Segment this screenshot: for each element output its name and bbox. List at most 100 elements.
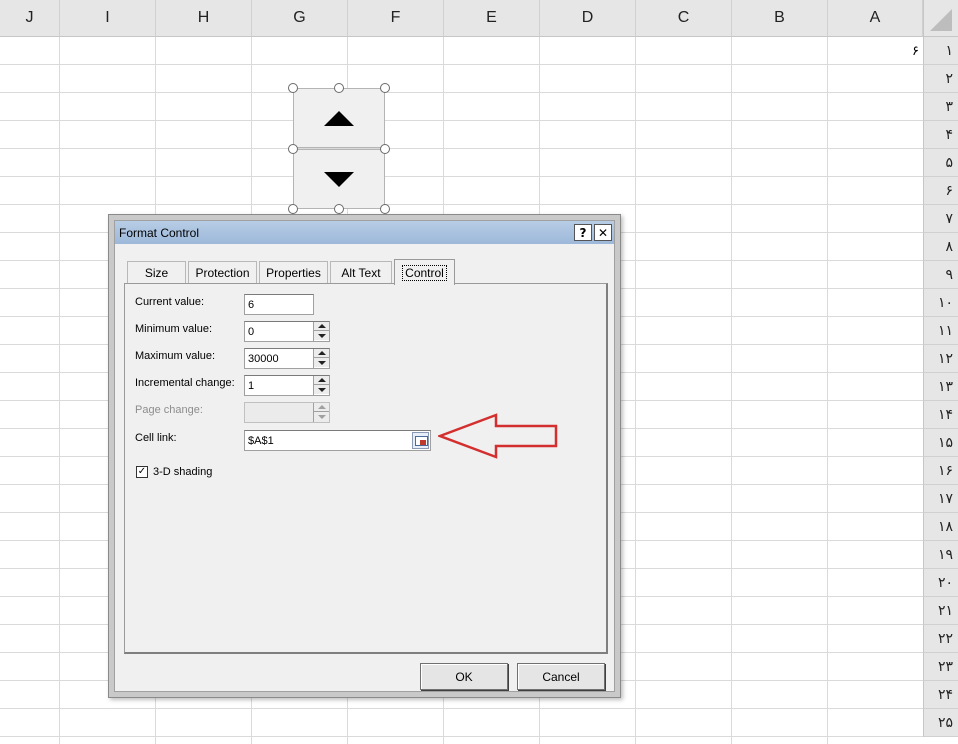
- row-header-19[interactable]: ١٩: [923, 541, 958, 569]
- column-header-a[interactable]: A: [828, 0, 923, 37]
- control-tab-panel: Current value: 6 Minimum value: 0 Maximu…: [124, 283, 608, 654]
- grid-line: [0, 176, 923, 177]
- row-header-6[interactable]: ۶: [923, 177, 958, 205]
- current-value-label: Current value:: [135, 296, 205, 308]
- column-header-f[interactable]: F: [348, 0, 444, 37]
- tab-size[interactable]: Size: [127, 261, 186, 284]
- incremental-change-down[interactable]: [314, 385, 329, 394]
- close-button[interactable]: ✕: [594, 224, 612, 241]
- tab-alt-text[interactable]: Alt Text: [330, 261, 392, 284]
- row-header-4[interactable]: ۴: [923, 121, 958, 149]
- row-header-17[interactable]: ١٧: [923, 485, 958, 513]
- page-change-down: [314, 412, 329, 421]
- column-header-e[interactable]: E: [444, 0, 540, 37]
- incremental-change-label: Incremental change:: [135, 377, 235, 389]
- tab-properties[interactable]: Properties: [259, 261, 328, 284]
- resize-handle-top-right[interactable]: [380, 83, 390, 93]
- current-value-input[interactable]: 6: [244, 294, 314, 315]
- column-header-g[interactable]: G: [252, 0, 348, 37]
- resize-handle-right[interactable]: [380, 144, 390, 154]
- resize-handle-bottom-left[interactable]: [288, 204, 298, 214]
- row-header-24[interactable]: ٢۴: [923, 681, 958, 709]
- caret-down-icon: [317, 387, 326, 392]
- row-header-25[interactable]: ٢۵: [923, 709, 958, 737]
- caret-up-icon: [317, 405, 326, 409]
- 3d-shading-checkbox[interactable]: ✓: [136, 466, 148, 478]
- minimum-value-down[interactable]: [314, 331, 329, 340]
- row-header-2[interactable]: ٢: [923, 65, 958, 93]
- row-header-18[interactable]: ١٨: [923, 513, 958, 541]
- incremental-change-up[interactable]: [314, 376, 329, 385]
- row-header-9[interactable]: ٩: [923, 261, 958, 289]
- row-header-11[interactable]: ١١: [923, 317, 958, 345]
- grid-line: [0, 708, 923, 709]
- tab-control[interactable]: Control: [394, 259, 455, 285]
- cell-link-text: $A$1: [248, 434, 274, 447]
- row-header-7[interactable]: ٧: [923, 205, 958, 233]
- column-header-i[interactable]: I: [60, 0, 156, 37]
- ok-button[interactable]: OK: [420, 663, 508, 690]
- row-header-10[interactable]: ١٠: [923, 289, 958, 317]
- grid-line: [0, 92, 923, 93]
- column-header-h[interactable]: H: [156, 0, 252, 37]
- row-header-14[interactable]: ١۴: [923, 401, 958, 429]
- minimum-value-spinner[interactable]: [313, 322, 329, 341]
- resize-handle-left[interactable]: [288, 144, 298, 154]
- resize-handle-bottom[interactable]: [334, 204, 344, 214]
- select-all-corner[interactable]: [923, 0, 958, 37]
- grid-line: [731, 37, 732, 744]
- page-change-input: [244, 402, 330, 423]
- grid-line: [0, 204, 923, 205]
- row-header-23[interactable]: ٢٣: [923, 653, 958, 681]
- maximum-value-label: Maximum value:: [135, 350, 216, 362]
- row-header-21[interactable]: ٢١: [923, 597, 958, 625]
- row-header-12[interactable]: ١٢: [923, 345, 958, 373]
- row-header-13[interactable]: ١٣: [923, 373, 958, 401]
- cell-a1[interactable]: ۶: [828, 37, 923, 65]
- dialog-titlebar[interactable]: Format Control ? ✕: [115, 221, 614, 244]
- caret-down-icon: [317, 414, 326, 419]
- column-header-j[interactable]: J: [0, 0, 60, 37]
- cancel-button[interactable]: Cancel: [517, 663, 605, 690]
- range-select-icon[interactable]: [412, 432, 429, 449]
- maximum-value-up[interactable]: [314, 349, 329, 358]
- grid-line: [635, 37, 636, 744]
- tab-protection[interactable]: Protection: [188, 261, 257, 284]
- spin-down-button[interactable]: [293, 149, 385, 209]
- resize-handle-bottom-right[interactable]: [380, 204, 390, 214]
- select-all-triangle-icon: [930, 9, 952, 31]
- maximum-value-down[interactable]: [314, 358, 329, 367]
- 3d-shading-label: 3-D shading: [153, 466, 213, 478]
- incremental-change-spinner[interactable]: [313, 376, 329, 395]
- row-header-3[interactable]: ٣: [923, 93, 958, 121]
- resize-handle-top-left[interactable]: [288, 83, 298, 93]
- column-header-b[interactable]: B: [732, 0, 828, 37]
- row-header-8[interactable]: ٨: [923, 233, 958, 261]
- grid-line: [0, 64, 923, 65]
- minimum-value-up[interactable]: [314, 322, 329, 331]
- cell-link-label: Cell link:: [135, 432, 177, 444]
- row-header-20[interactable]: ٢٠: [923, 569, 958, 597]
- resize-handle-top[interactable]: [334, 83, 344, 93]
- row-header-5[interactable]: ۵: [923, 149, 958, 177]
- incremental-change-input[interactable]: 1: [244, 375, 330, 396]
- help-button[interactable]: ?: [574, 224, 592, 241]
- maximum-value-input[interactable]: 30000: [244, 348, 330, 369]
- tab-control-label: Control: [402, 264, 447, 281]
- row-header-22[interactable]: ٢٢: [923, 625, 958, 653]
- up-arrow-icon: [324, 110, 354, 126]
- caret-up-icon: [317, 378, 326, 382]
- row-header-1[interactable]: ١: [923, 37, 958, 65]
- maximum-value-spinner[interactable]: [313, 349, 329, 368]
- spin-button-control[interactable]: [288, 83, 390, 214]
- grid-line: [0, 120, 923, 121]
- minimum-value-input[interactable]: 0: [244, 321, 330, 342]
- incremental-change-text: 1: [248, 379, 255, 392]
- cell-link-input[interactable]: $A$1: [244, 430, 431, 451]
- spin-up-button[interactable]: [293, 88, 385, 148]
- row-header-15[interactable]: ١۵: [923, 429, 958, 457]
- grid-line: [0, 148, 923, 149]
- column-header-c[interactable]: C: [636, 0, 732, 37]
- column-header-d[interactable]: D: [540, 0, 636, 37]
- row-header-16[interactable]: ١۶: [923, 457, 958, 485]
